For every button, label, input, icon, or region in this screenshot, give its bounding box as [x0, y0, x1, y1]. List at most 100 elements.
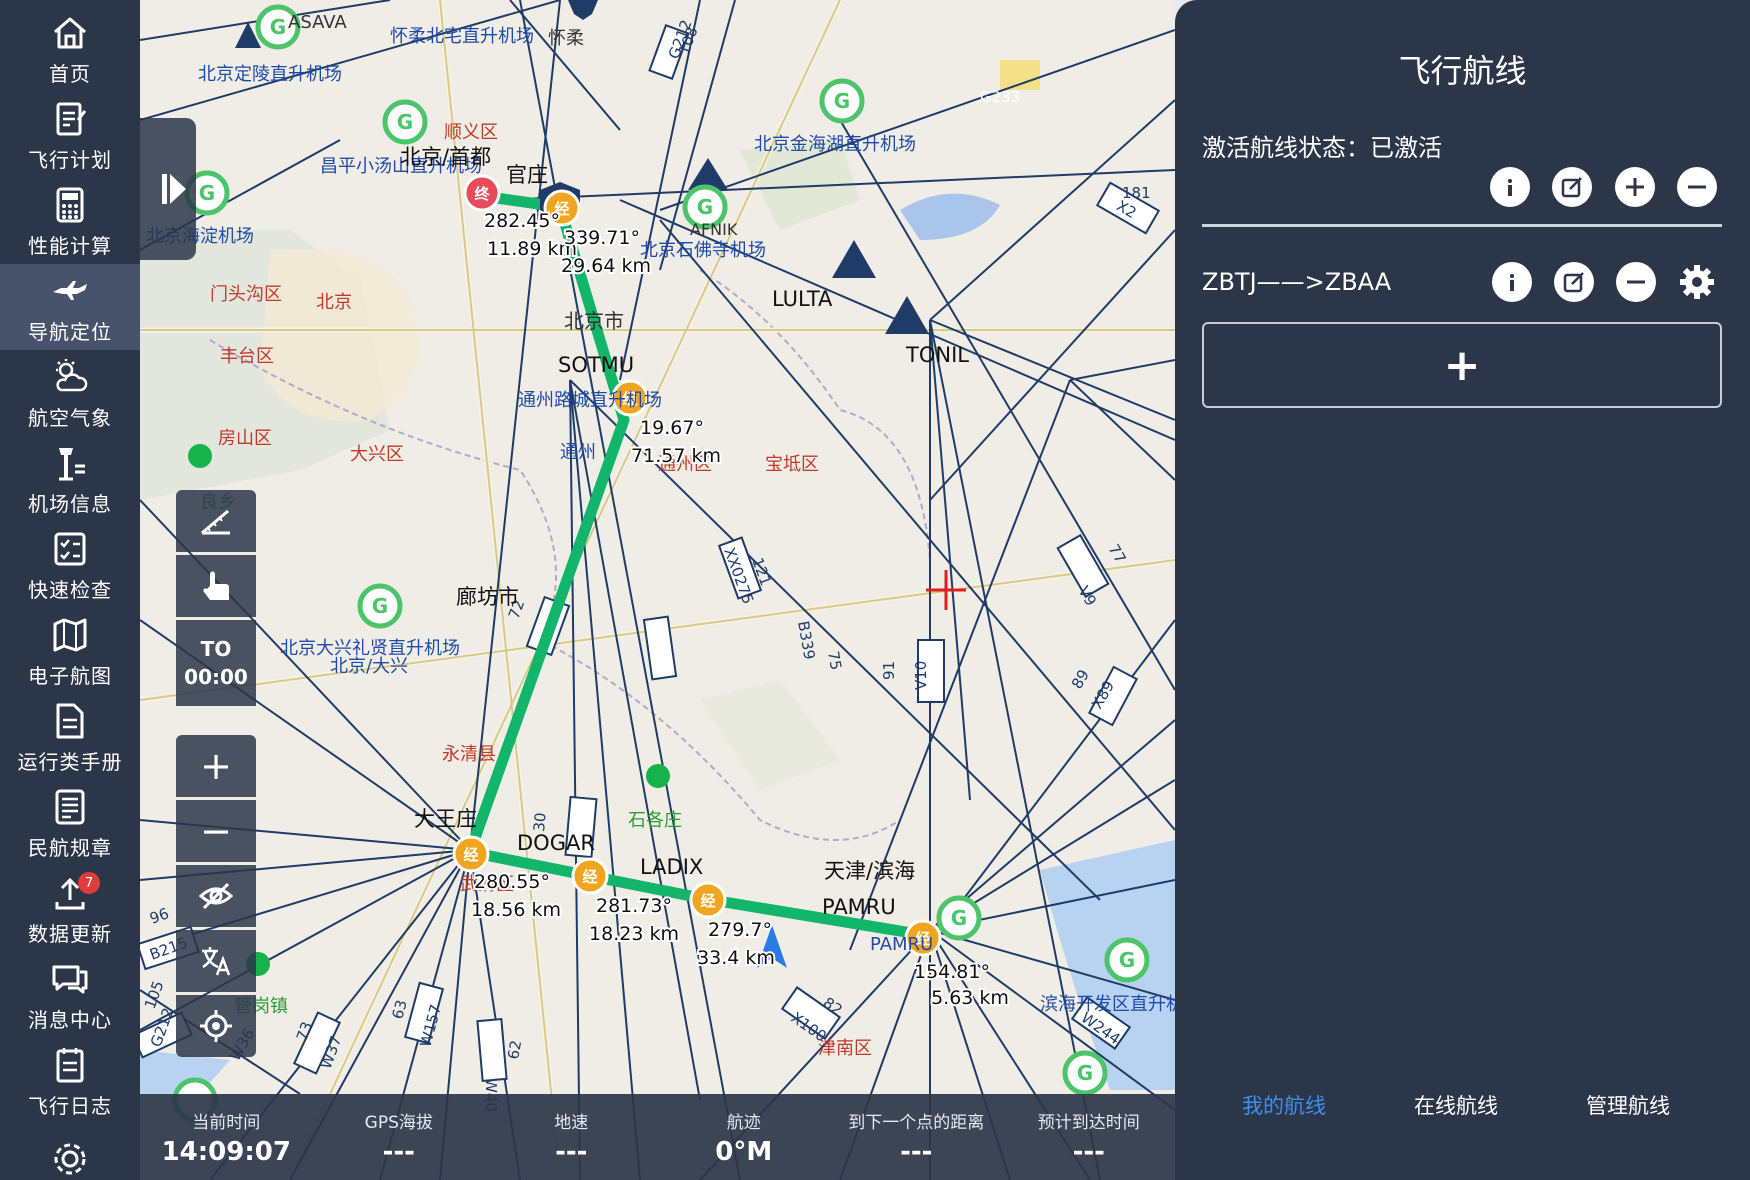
- route-panel: 飞行航线 激活航线状态：已激活 ZBTJ——>ZBAA +: [1175, 0, 1750, 1180]
- svg-text:G: G: [199, 181, 215, 205]
- svg-text:G: G: [697, 195, 713, 219]
- route-settings-button[interactable]: [1677, 262, 1717, 302]
- add-route-button[interactable]: +: [1202, 322, 1722, 408]
- svg-text:G: G: [951, 906, 967, 930]
- svg-text:宝坻区: 宝坻区: [765, 454, 819, 475]
- active-add-button[interactable]: [1615, 167, 1655, 207]
- active-route-status: 激活航线状态：已激活: [1202, 128, 1442, 163]
- svg-text:房山区: 房山区: [218, 428, 272, 449]
- svg-text:G: G: [372, 594, 388, 618]
- panel-title: 飞行航线: [1398, 52, 1527, 90]
- svg-text:北京市: 北京市: [564, 309, 624, 333]
- language-button[interactable]: [176, 930, 256, 992]
- svg-text:DOGAR: DOGAR: [517, 831, 595, 855]
- sidebar-item-charts[interactable]: 电子航图: [0, 608, 140, 694]
- svg-text:TONIL: TONIL: [905, 343, 969, 367]
- sidebar-item-logbook[interactable]: 飞行日志: [0, 1038, 140, 1124]
- sidebar-item-navigation[interactable]: 导航定位: [0, 264, 140, 350]
- svg-text:丰台区: 丰台区: [220, 346, 274, 367]
- sidebar-item-label: 导航定位: [28, 319, 112, 344]
- sidebar-item-flight-plan[interactable]: 飞行计划: [0, 92, 140, 178]
- pan-tool-button[interactable]: [176, 555, 256, 617]
- locate-icon: [200, 1010, 232, 1042]
- sidebar-item-quick-check[interactable]: 快速检查: [0, 522, 140, 608]
- sidebar-item-label: 飞行计划: [28, 147, 112, 172]
- svg-text:大王庄: 大王庄: [414, 807, 477, 831]
- locate-button[interactable]: [176, 995, 256, 1057]
- svg-text:通州路城直升机场: 通州路城直升机场: [518, 390, 662, 411]
- sidebar-item-label: 数据更新: [28, 921, 112, 946]
- svg-text:北京石佛寺机场: 北京石佛寺机场: [640, 240, 766, 261]
- plus-icon: +: [1443, 339, 1481, 391]
- sidebar: 首页 飞行计划 性能计算 导航定位 航空气象 机场信息 快速检查 电子航图 运行…: [0, 0, 140, 1180]
- svg-text:怀柔: 怀柔: [548, 28, 584, 49]
- sidebar-item-label: 性能计算: [28, 233, 112, 258]
- tab-manage-routes[interactable]: 管理航线: [1586, 1090, 1670, 1120]
- svg-text:18.23 km: 18.23 km: [589, 923, 679, 945]
- active-remove-button[interactable]: [1677, 167, 1717, 207]
- settings-icon[interactable]: [49, 1138, 91, 1180]
- sidebar-item-label: 电子航图: [28, 663, 112, 688]
- svg-text:通州: 通州: [560, 442, 596, 463]
- flight-plan-icon: [56, 102, 87, 135]
- tab-online-routes[interactable]: 在线航线: [1414, 1090, 1498, 1120]
- layer-visibility-button[interactable]: [176, 865, 256, 927]
- minus-icon: −: [200, 809, 232, 853]
- sidebar-item-weather[interactable]: 航空气象: [0, 350, 140, 436]
- svg-text:33.4 km: 33.4 km: [697, 947, 775, 969]
- sidebar-item-regulations[interactable]: 民航规章: [0, 780, 140, 866]
- active-edit-button[interactable]: [1552, 167, 1592, 207]
- sidebar-item-messages[interactable]: 消息中心: [0, 952, 140, 1038]
- svg-text:北京/首都: 北京/首都: [400, 145, 491, 169]
- svg-text:天津/滨海: 天津/滨海: [824, 859, 915, 883]
- sidebar-item-home[interactable]: 首页: [0, 6, 140, 92]
- info-icon: [1510, 274, 1514, 291]
- map-base: G212 108 G233 181 X2 72 121 XX0275 B339 …: [140, 0, 1175, 1180]
- sidebar-item-label: 飞行日志: [28, 1093, 112, 1118]
- route-remove-button[interactable]: [1616, 262, 1656, 302]
- route-info-button[interactable]: [1492, 262, 1532, 302]
- edit-icon: [1563, 272, 1584, 293]
- svg-text:门头沟区: 门头沟区: [210, 284, 282, 305]
- svg-text:29.64 km: 29.64 km: [561, 255, 651, 277]
- svg-text:顺义区: 顺义区: [444, 122, 498, 143]
- sidebar-item-data-update[interactable]: 7 数据更新: [0, 866, 140, 952]
- svg-text:91: 91: [880, 661, 898, 680]
- status-ground-speed: 地速 ---: [554, 1112, 589, 1167]
- route-edit-button[interactable]: [1554, 262, 1594, 302]
- active-info-button[interactable]: [1490, 167, 1530, 207]
- sidebar-item-label: 运行类手册: [17, 749, 123, 774]
- zoom-out-button[interactable]: −: [176, 800, 256, 862]
- update-badge: 7: [78, 872, 100, 894]
- route-name[interactable]: ZBTJ——>ZBAA: [1202, 268, 1391, 296]
- svg-text:滨海开发区直升机场: 滨海开发区直升机场: [1040, 994, 1175, 1015]
- calculator-icon: [56, 187, 84, 222]
- svg-text:官庄: 官庄: [506, 163, 548, 187]
- sidebar-item-manuals[interactable]: 运行类手册: [0, 694, 140, 780]
- takeoff-timer[interactable]: TO 00:00: [176, 620, 256, 706]
- svg-text:PAMRU: PAMRU: [822, 895, 896, 919]
- divider: [1202, 224, 1722, 227]
- weather-icon: [56, 358, 88, 391]
- measure-tool-button[interactable]: [176, 490, 256, 552]
- svg-text:廊坊市: 廊坊市: [456, 585, 519, 609]
- map-canvas[interactable]: G212 108 G233 181 X2 72 121 XX0275 B339 …: [140, 0, 1175, 1180]
- status-track: 航迹 0°M: [715, 1112, 773, 1167]
- svg-text:339.71°: 339.71°: [564, 227, 640, 249]
- map-icon: [53, 618, 87, 651]
- svg-text:19.67°: 19.67°: [640, 417, 704, 439]
- sidebar-item-airport-info[interactable]: 机场信息: [0, 436, 140, 522]
- svg-text:津南区: 津南区: [818, 1038, 872, 1059]
- panel-toggle-button[interactable]: [140, 118, 196, 260]
- edit-icon: [1561, 177, 1582, 198]
- flight-status-bar: 当前时间 14:09:07 GPS海拔 --- 地速 --- 航迹 0°M 到下一个点的…: [140, 1094, 1175, 1180]
- collapse-icon: [162, 174, 186, 204]
- zoom-in-button[interactable]: +: [176, 735, 256, 797]
- svg-text:终: 终: [474, 185, 490, 203]
- tab-my-routes[interactable]: 我的航线: [1242, 1090, 1326, 1120]
- plus-icon: +: [200, 744, 232, 788]
- sidebar-item-performance[interactable]: 性能计算: [0, 178, 140, 264]
- manual-icon: [56, 703, 84, 738]
- sidebar-item-label: 消息中心: [28, 1007, 112, 1032]
- svg-text:大兴区: 大兴区: [350, 444, 404, 465]
